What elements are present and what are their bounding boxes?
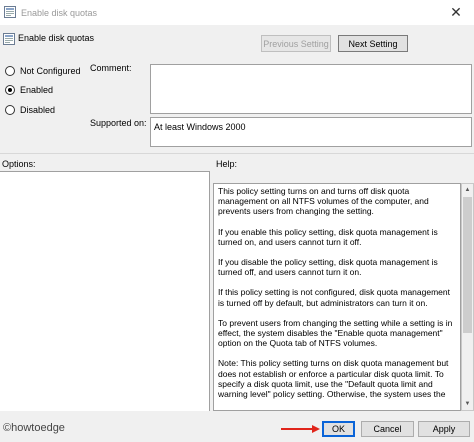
- options-panel: [0, 171, 210, 411]
- title-bar: Enable disk quotas ✕: [0, 0, 474, 25]
- help-label: Help:: [216, 159, 238, 169]
- radio-not-configured[interactable]: Not Configured: [5, 66, 81, 76]
- help-text-panel: This policy setting turns on and turns o…: [213, 183, 461, 411]
- radio-label: Enabled: [20, 85, 54, 95]
- help-paragraph: This policy setting turns on and turns o…: [218, 186, 429, 217]
- radio-disabled[interactable]: Disabled: [5, 105, 55, 115]
- comment-input[interactable]: [150, 64, 472, 114]
- close-button[interactable]: ✕: [438, 0, 474, 25]
- previous-setting-button[interactable]: Previous Setting: [261, 35, 331, 52]
- comment-label: Comment:: [90, 63, 132, 73]
- watermark: ©howtoedge: [3, 422, 65, 434]
- help-scrollbar[interactable]: ▲ ▼: [461, 183, 474, 411]
- arrow-right-icon: [281, 425, 320, 433]
- radio-circle-icon: [5, 66, 15, 76]
- policy-icon: [4, 6, 16, 18]
- window-title: Enable disk quotas: [21, 8, 98, 18]
- help-paragraph: If this policy setting is not configured…: [218, 287, 450, 308]
- scroll-thumb[interactable]: [463, 197, 472, 333]
- ok-button[interactable]: OK: [322, 421, 355, 437]
- help-paragraph: If you disable the policy setting, disk …: [218, 257, 438, 278]
- scroll-up-icon[interactable]: ▲: [462, 184, 473, 196]
- supported-on-field: At least Windows 2000: [150, 117, 472, 147]
- supported-on-label: Supported on:: [90, 118, 147, 128]
- apply-button[interactable]: Apply: [418, 421, 470, 437]
- next-setting-button[interactable]: Next Setting: [338, 35, 408, 52]
- cancel-button[interactable]: Cancel: [361, 421, 414, 437]
- options-label: Options:: [2, 159, 36, 169]
- radio-enabled[interactable]: Enabled: [5, 85, 53, 95]
- close-icon: ✕: [450, 4, 462, 20]
- help-paragraph: To prevent users from changing the setti…: [218, 317, 453, 349]
- radio-circle-icon: [5, 105, 15, 115]
- radio-label: Disabled: [20, 105, 56, 115]
- policy-icon: [3, 33, 15, 45]
- radio-label: Not Configured: [20, 66, 81, 76]
- radio-selected-icon: [5, 85, 15, 95]
- help-paragraph: Note: This policy setting turns on disk …: [218, 358, 449, 400]
- help-paragraph: If you enable this policy setting, disk …: [218, 226, 438, 247]
- scroll-down-icon[interactable]: ▼: [462, 398, 473, 410]
- divider: [0, 153, 474, 154]
- setting-title: Enable disk quotas: [18, 33, 95, 43]
